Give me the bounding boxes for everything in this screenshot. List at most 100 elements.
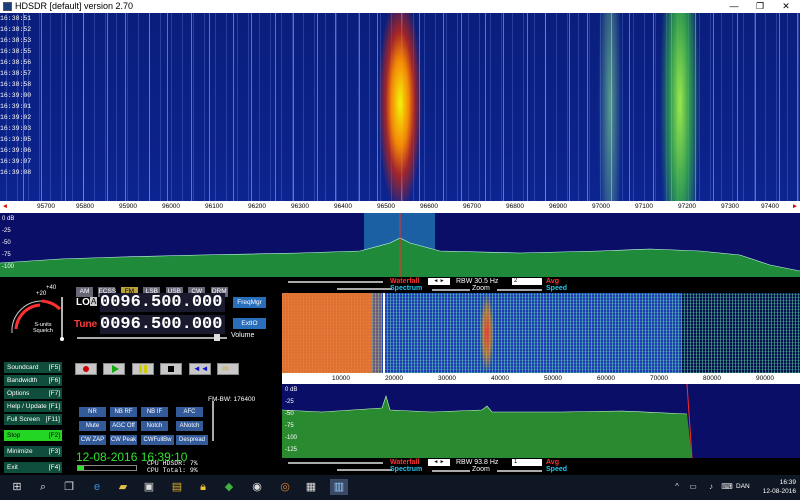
app-green-icon[interactable]: ◆ bbox=[220, 479, 238, 495]
close-icon[interactable]: ✕ bbox=[774, 0, 798, 13]
chrome-variant-icon[interactable]: ◉ bbox=[248, 479, 266, 495]
despread-button[interactable]: Despread bbox=[176, 435, 208, 445]
cw-fullbw-button[interactable]: CWFullBw bbox=[141, 435, 174, 445]
cpu-bar bbox=[77, 465, 137, 471]
freq-tick: 96400 bbox=[333, 203, 353, 210]
restore-icon[interactable]: ❐ bbox=[748, 0, 772, 13]
afc-button[interactable]: AFC bbox=[176, 407, 203, 417]
sub-freq-tick: 20000 bbox=[384, 375, 404, 382]
stop-label: Stop bbox=[7, 432, 21, 439]
cw-peak-button[interactable]: CW Peak bbox=[110, 435, 137, 445]
freq-tick: 96500 bbox=[376, 203, 396, 210]
tray-clock[interactable]: 16:39 12-08-2016 bbox=[763, 478, 796, 496]
help-update-button[interactable]: Help / Update [F1] bbox=[4, 401, 62, 412]
main-spectrum[interactable]: 0 dB -25 -50 -75 -100 bbox=[0, 213, 800, 277]
top-zoom-slider[interactable] bbox=[432, 289, 470, 291]
stop-button[interactable]: Stop [F2] bbox=[4, 430, 62, 441]
nb-if-button[interactable]: NB IF bbox=[141, 407, 168, 417]
cw-zap-button[interactable]: CW ZAP bbox=[79, 435, 106, 445]
freq-tick: 96300 bbox=[290, 203, 310, 210]
store-icon[interactable]: ▣ bbox=[140, 479, 158, 495]
timestamp: 16:38:53 bbox=[0, 37, 32, 44]
anotch-button[interactable]: ANotch bbox=[176, 421, 203, 431]
bottom-waterfall-slider-1[interactable] bbox=[288, 462, 383, 464]
timestamp: 16:38:52 bbox=[0, 26, 32, 33]
sub-waterfall[interactable] bbox=[282, 293, 800, 373]
stop-key: [F2] bbox=[48, 432, 60, 439]
mute-button[interactable]: Mute bbox=[79, 421, 106, 431]
play-button[interactable] bbox=[103, 363, 126, 375]
tune-frequency-display[interactable]: 0096.500.000 bbox=[100, 315, 225, 334]
loop-button[interactable]: ∞ bbox=[217, 363, 240, 375]
bottom-avg-label: Avg bbox=[546, 459, 559, 466]
extio-button[interactable]: ExtIO bbox=[233, 318, 266, 329]
lo-frequency-display[interactable]: 0096.500.000 bbox=[100, 293, 225, 312]
timestamp: 16:39:08 bbox=[0, 169, 32, 176]
timestamp: 16:39:01 bbox=[0, 103, 32, 110]
freq-tick: 96600 bbox=[419, 203, 439, 210]
calculator-icon[interactable]: ▦ bbox=[302, 479, 320, 495]
window-title: HDSDR [default] version 2.70 bbox=[15, 1, 134, 11]
minimize-icon[interactable]: — bbox=[722, 0, 746, 13]
agc-off-button[interactable]: AGC Off bbox=[110, 421, 137, 431]
bottom-zoom-slider[interactable] bbox=[432, 470, 470, 472]
pause-button[interactable] bbox=[131, 363, 154, 375]
search-icon[interactable]: ⌕ bbox=[34, 479, 52, 495]
soundcard-button[interactable]: Soundcard [F5] bbox=[4, 362, 62, 373]
sub-freq-tick: 70000 bbox=[649, 375, 669, 382]
lock-icon[interactable]: 🔒︎ bbox=[194, 479, 212, 495]
chrome-icon[interactable]: ◎ bbox=[276, 479, 294, 495]
minimize-label: Minimize bbox=[7, 448, 33, 455]
top-waterfall-slider-1[interactable] bbox=[288, 281, 383, 283]
sub-frequency-axis[interactable]: 10000 20000 30000 40000 50000 60000 7000… bbox=[282, 373, 800, 384]
top-speed-slider[interactable] bbox=[497, 289, 542, 291]
language-indicator[interactable]: DAN bbox=[736, 483, 750, 490]
transport-controls: ◄◄ ∞ bbox=[75, 362, 241, 380]
nb-rf-button[interactable]: NB RF bbox=[110, 407, 137, 417]
taskbar: ⊞ ⌕ ❐ e ▰ ▣ ▤ 🔒︎ ◆ ◉ ◎ ▦ ▥ ^ ▭ ♪ ⌨ DAN 1… bbox=[0, 475, 800, 500]
bottom-spin-control[interactable]: ◄ ► bbox=[428, 459, 450, 466]
full-screen-button[interactable]: Full Screen [F11] bbox=[4, 414, 62, 425]
top-spectrum-slider-1[interactable] bbox=[337, 288, 392, 290]
bottom-avg-dropdown[interactable]: 1 bbox=[512, 459, 542, 466]
windows-start-icon[interactable]: ⊞ bbox=[8, 479, 26, 495]
stop-playback-button[interactable] bbox=[160, 363, 183, 375]
files-icon[interactable]: ▤ bbox=[168, 479, 186, 495]
file-explorer-icon[interactable]: ▰ bbox=[114, 479, 132, 495]
lo-suffix: A bbox=[90, 297, 98, 306]
timestamp: 16:39:06 bbox=[0, 147, 32, 154]
notch-button[interactable]: Notch bbox=[141, 421, 168, 431]
bandwidth-button[interactable]: Bandwidth [F6] bbox=[4, 375, 62, 386]
record-button[interactable] bbox=[75, 363, 97, 375]
fm-bandwidth-slider[interactable] bbox=[212, 401, 214, 441]
cpu-info: CPU HDSDR: 7% CPU Total: 9% bbox=[147, 460, 198, 474]
y-label: -75 bbox=[285, 423, 294, 429]
soundcard-label: Soundcard bbox=[7, 364, 39, 371]
sub-freq-tick: 60000 bbox=[596, 375, 616, 382]
tray-time: 16:39 bbox=[779, 479, 796, 486]
rewind-button[interactable]: ◄◄ bbox=[188, 363, 211, 375]
task-view-icon[interactable]: ❐ bbox=[60, 479, 78, 495]
mode-am-button[interactable]: AM bbox=[76, 287, 93, 297]
edge-browser-icon[interactable]: e bbox=[88, 479, 106, 495]
freq-tick: 96200 bbox=[247, 203, 267, 210]
options-key: [F7] bbox=[48, 390, 60, 397]
minimize-button[interactable]: Minimize [F3] bbox=[4, 446, 62, 457]
volume-slider-knob[interactable] bbox=[214, 334, 220, 341]
bottom-spectrum-slider-1[interactable] bbox=[337, 469, 392, 471]
freq-mgr-button[interactable]: FreqMgr bbox=[233, 297, 266, 308]
keyboard-icon[interactable]: ⌨ bbox=[718, 479, 736, 495]
nr-button[interactable]: NR bbox=[79, 407, 106, 417]
hdsdr-taskbar-icon[interactable]: ▥ bbox=[330, 479, 348, 495]
top-avg-dropdown[interactable]: 2 bbox=[512, 278, 542, 285]
network-icon[interactable]: ▭ bbox=[684, 479, 702, 495]
top-spin-control[interactable]: ◄ ► bbox=[428, 278, 450, 285]
frequency-axis[interactable]: ◄ 95700 95800 95900 96000 96100 96200 96… bbox=[0, 201, 800, 213]
main-waterfall[interactable]: 16:38:51 16:38:52 16:38:53 16:38:55 16:3… bbox=[0, 13, 800, 201]
sub-spectrum[interactable]: 0 dB -25 -50 -75 -100 -125 bbox=[282, 384, 800, 458]
exit-button[interactable]: Exit [F4] bbox=[4, 462, 62, 473]
bottom-speed-slider[interactable] bbox=[497, 470, 542, 472]
options-button[interactable]: Options [F7] bbox=[4, 388, 62, 399]
help-update-key: [F1] bbox=[48, 403, 60, 410]
volume-slider[interactable] bbox=[77, 337, 227, 339]
